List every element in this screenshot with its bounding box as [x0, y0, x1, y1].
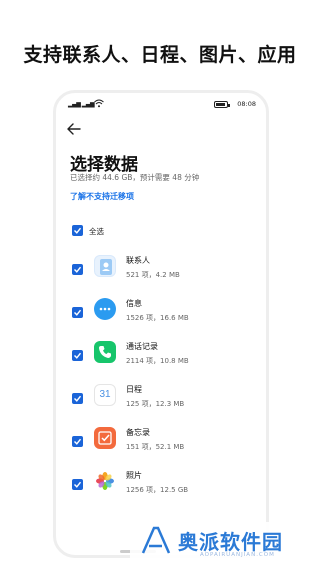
- list-item-messages[interactable]: 信息 1526 项，16.6 MB: [56, 296, 266, 336]
- status-time: 08:08: [237, 100, 256, 108]
- list-item-call-log[interactable]: 通话记录 2114 项，10.8 MB: [56, 339, 266, 379]
- list-item-gallery[interactable]: 照片 1256 项，12.5 GB: [56, 468, 266, 508]
- list-item-notes[interactable]: 备忘录 151 项，52.1 MB: [56, 425, 266, 465]
- check-icon: [74, 395, 82, 402]
- item-checkbox[interactable]: [72, 436, 83, 447]
- item-checkbox[interactable]: [72, 264, 83, 275]
- check-icon: [74, 266, 82, 273]
- wifi-icon: [94, 99, 104, 108]
- item-checkbox[interactable]: [72, 350, 83, 361]
- item-name: 信息: [126, 299, 142, 308]
- gallery-icon: [94, 470, 116, 492]
- item-name: 照片: [126, 471, 142, 480]
- item-name: 联系人: [126, 256, 150, 265]
- item-name: 备忘录: [126, 428, 150, 437]
- check-icon: [74, 309, 82, 316]
- promo-title: 支持联系人、日程、图片、应用: [23, 44, 297, 66]
- phone-icon: [94, 341, 116, 363]
- check-icon: [74, 352, 82, 359]
- check-icon: [74, 438, 82, 445]
- check-icon: [74, 481, 82, 488]
- item-meta: 2114 项，10.8 MB: [126, 357, 189, 365]
- battery-icon: [214, 101, 230, 108]
- item-checkbox[interactable]: [72, 393, 83, 404]
- select-all-checkbox[interactable]: [72, 225, 83, 236]
- item-name: 日程: [126, 385, 142, 394]
- calendar-icon: 31: [94, 384, 116, 406]
- status-bar: ▂▄▆ ▂▄▆ 08:08: [68, 99, 256, 111]
- item-checkbox[interactable]: [72, 479, 83, 490]
- item-checkbox[interactable]: [72, 307, 83, 318]
- item-meta: 125 项，12.3 MB: [126, 400, 185, 408]
- watermark-url: AOPAIRUANJIAN.COM: [200, 552, 275, 558]
- item-meta: 1256 项，12.5 GB: [126, 486, 189, 494]
- phone-frame: ▂▄▆ ▂▄▆ 08:08 选择数据 已选择约 44.6 GB，预计需要 48 …: [53, 90, 269, 558]
- unsupported-items-link[interactable]: 了解不支持迁移项: [70, 191, 134, 202]
- signal-icon: ▂▄▆ ▂▄▆: [68, 101, 95, 108]
- select-all-label: 全选: [89, 227, 104, 236]
- item-meta: 151 项，52.1 MB: [126, 443, 185, 451]
- item-name: 通话记录: [126, 342, 158, 351]
- check-icon: [74, 227, 82, 234]
- watermark: 奥派软件园 AOPAIRUANJIAN.COM: [130, 522, 310, 564]
- item-meta: 521 项，4.2 MB: [126, 271, 180, 279]
- list-item-calendar[interactable]: 31 日程 125 项，12.3 MB: [56, 382, 266, 422]
- back-arrow-icon[interactable]: [66, 121, 82, 137]
- contacts-icon: [94, 255, 116, 277]
- watermark-text: 奥派软件园: [178, 530, 283, 554]
- item-meta: 1526 项，16.6 MB: [126, 314, 189, 322]
- list-item-contacts[interactable]: 联系人 521 项，4.2 MB: [56, 253, 266, 293]
- messages-icon: [94, 298, 116, 320]
- watermark-logo-icon: [141, 526, 171, 554]
- notes-icon: [94, 427, 116, 449]
- selection-summary: 已选择约 44.6 GB，预计需要 48 分钟: [70, 173, 200, 182]
